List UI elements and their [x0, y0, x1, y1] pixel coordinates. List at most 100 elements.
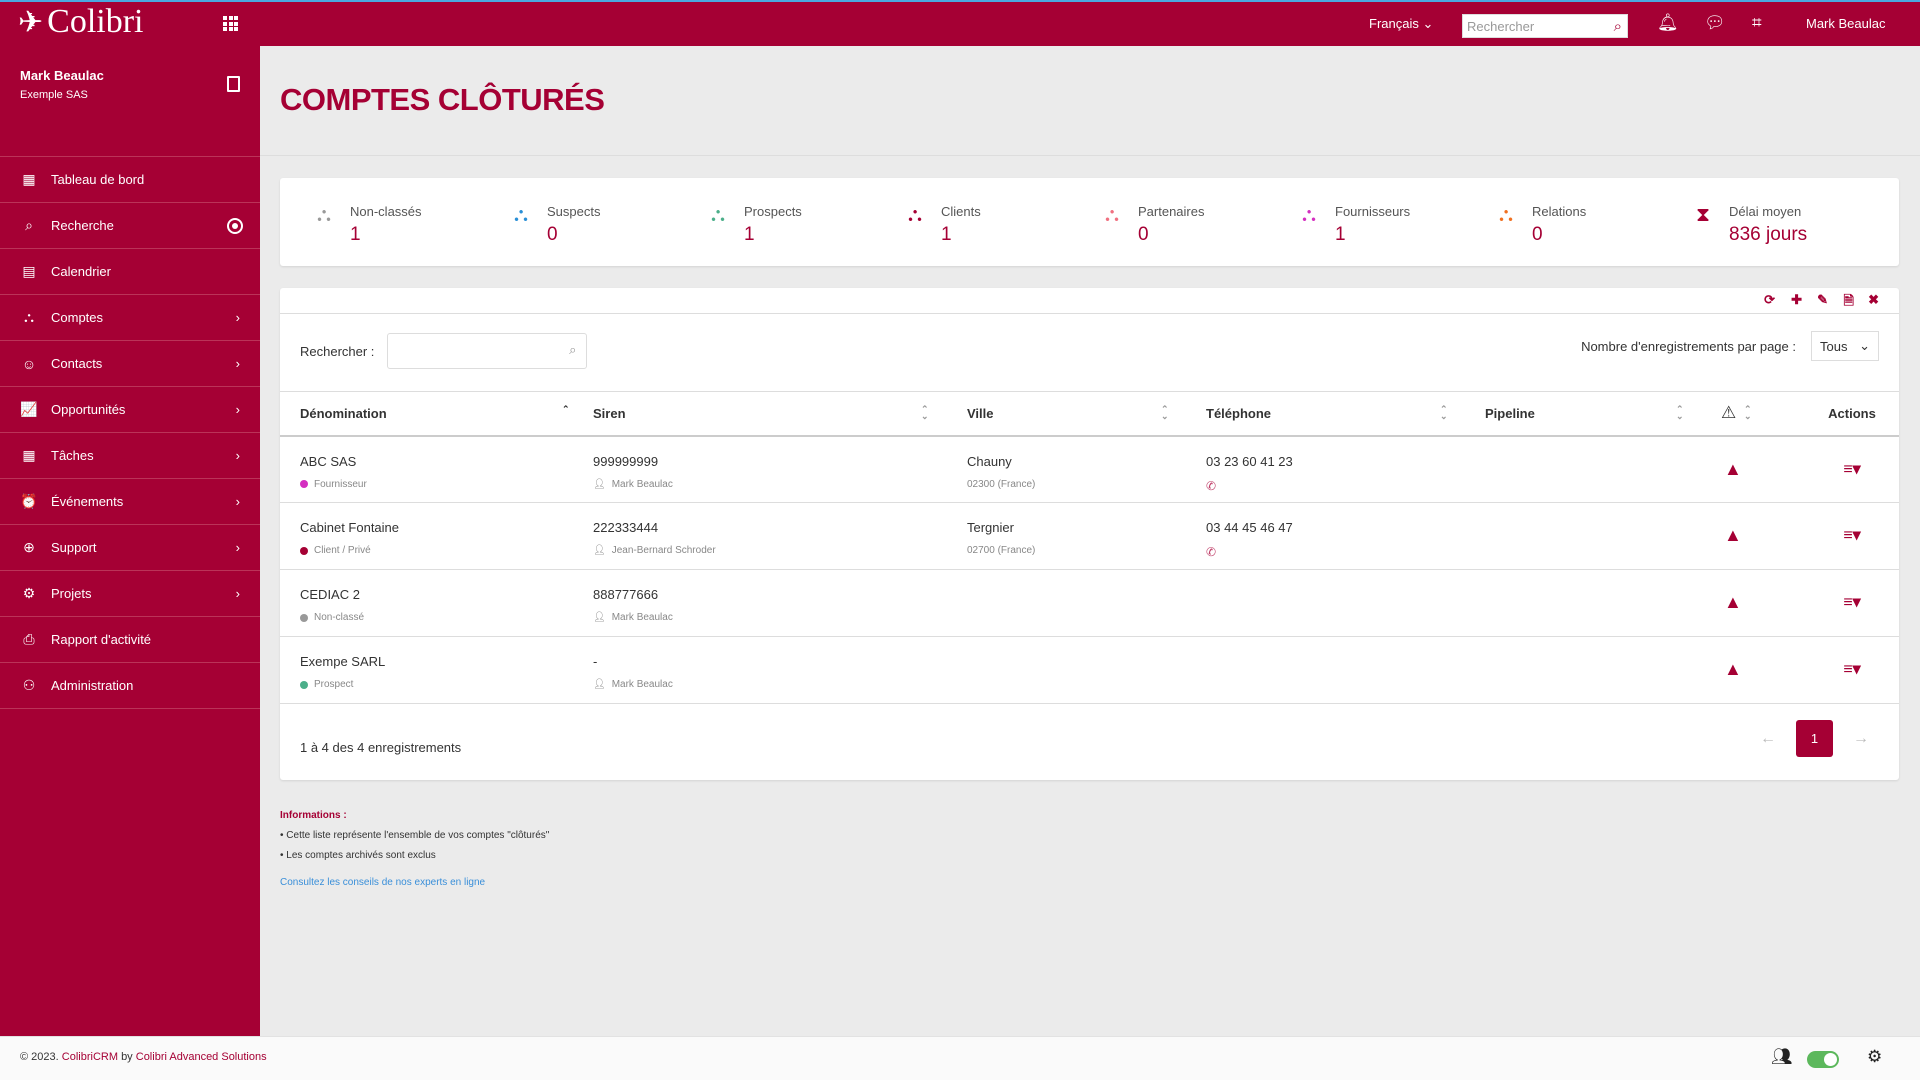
user-menu[interactable]: Mark Beaulac — [1806, 16, 1885, 31]
warning-icon[interactable]: ▲ — [1724, 659, 1742, 679]
account-name[interactable]: Exempe SARL — [300, 654, 593, 669]
sidebar-item-comptes[interactable]: ⛬ Comptes › — [0, 295, 260, 341]
stat-6: ⛬ Relations 0 — [1492, 204, 1586, 246]
language-dropdown[interactable]: Français ⌄ — [1369, 16, 1433, 32]
actions-menu-icon[interactable]: ≡▾ — [1843, 594, 1860, 611]
col-siren[interactable]: Siren ⌃ ⌄ — [593, 391, 967, 437]
col-label: Siren — [593, 405, 626, 421]
pdf-icon[interactable]: 🗎︎ — [1844, 292, 1854, 314]
account-name[interactable]: ABC SAS — [300, 454, 593, 469]
search-icon[interactable]: ⌕ — [1614, 18, 1622, 35]
sidebar-item-ta-ches[interactable]: ▦ Tâches › — [0, 433, 260, 479]
search-icon: ⌕ — [25, 217, 33, 233]
phone: 03 44 45 46 47 — [1206, 520, 1293, 535]
sidebar-item-label: Opportunités — [51, 402, 126, 417]
phone-call-icon[interactable]: ✆ — [1206, 479, 1485, 493]
stat-5: ⛬ Fournisseurs 1 — [1295, 204, 1410, 246]
alarm-icon: ⏰ — [20, 493, 38, 509]
sidebar-item-support[interactable]: ⊕ Support › — [0, 525, 260, 571]
sidebar-item-projets[interactable]: ⚙ Projets › — [0, 571, 260, 617]
chevron-right-icon: › — [235, 356, 240, 371]
table-row[interactable]: Exempe SARL Prospect - 👤︎ Mark Beaulac ▲ ≡▾ — [280, 636, 1899, 704]
focus-icon[interactable]: ⌗ — [1752, 13, 1762, 33]
table-row[interactable]: Cabinet Fontaine Client / Privé 222333444… — [280, 502, 1899, 570]
sidebar-item-label: Administration — [51, 678, 134, 693]
prev-page-arrow-icon[interactable]: ← — [1760, 730, 1776, 748]
accounts-table-panel: ⟳ ✚ ✎ 🗎︎ ✖ Rechercher : ⌕ Nombre d'enregi… — [280, 288, 1899, 780]
product-link[interactable]: ColibriCRM — [62, 1051, 118, 1063]
users-icon: 👥︎ — [1771, 1047, 1793, 1066]
actions-menu-icon[interactable]: ≡▾ — [1843, 461, 1860, 478]
target-icon[interactable] — [227, 217, 243, 234]
col-alert[interactable]: ⚠ ⌃ ⌄ — [1721, 391, 1805, 437]
actions-menu-icon[interactable]: ≡▾ — [1843, 527, 1860, 544]
account-name[interactable]: CEDIAC 2 — [300, 587, 593, 602]
sidebar-item-label: Contacts — [51, 356, 103, 371]
sidebar-item-e-ve-nements[interactable]: ⏰ Événements › — [0, 479, 260, 525]
sidebar-item-rapport-d-activite-[interactable]: ⎙ Rapport d'activité — [0, 617, 260, 663]
experts-link[interactable]: Consultez les conseils de nos experts en… — [280, 877, 549, 888]
people-network-icon: ⛬ — [1302, 204, 1316, 226]
pipeline-cell — [1485, 435, 1721, 503]
phone-call-icon[interactable]: ✆ — [1206, 545, 1485, 559]
col-denomination[interactable]: Dénomination ⌃ — [280, 391, 593, 437]
sidebar-item-opportunite-s[interactable]: 📈 Opportunités › — [0, 387, 260, 433]
logo[interactable]: ✈ColibriCRM — [18, 4, 155, 59]
col-ville[interactable]: Ville ⌃ ⌄ — [967, 391, 1206, 437]
col-pipeline[interactable]: Pipeline ⌃ ⌄ — [1485, 391, 1721, 437]
profile-card-icon[interactable] — [227, 76, 240, 92]
mode-toggle[interactable] — [1807, 1051, 1839, 1068]
user-icon: 👤︎ — [593, 478, 606, 490]
stat-3: ⛬ Clients 1 — [901, 204, 981, 246]
page-button[interactable]: 1 — [1796, 720, 1833, 757]
sort-icon: ⌃ ⌄ — [921, 404, 929, 421]
type-dot-icon — [300, 680, 308, 689]
per-page-label: Nombre d'enregistrements par page : — [1581, 338, 1796, 354]
bell-icon[interactable]: 🔔︎ — [1657, 13, 1679, 33]
sidebar-item-label: Projets — [51, 586, 92, 601]
search-label: Rechercher : — [300, 343, 375, 359]
table-row[interactable]: ABC SAS Fournisseur 999999999 👤︎ Mark Beaul… — [280, 435, 1899, 503]
close-icon[interactable]: ✖ — [1868, 292, 1879, 308]
warning-icon[interactable]: ▲ — [1724, 592, 1742, 612]
sidebar-item-contacts[interactable]: ☺ Contacts › — [0, 341, 260, 387]
add-icon[interactable]: ✚ — [1791, 292, 1802, 308]
warning-icon[interactable]: ▲ — [1724, 459, 1742, 479]
actions-menu-icon[interactable]: ≡▾ — [1843, 661, 1860, 678]
type-dot-icon — [300, 546, 308, 555]
top-bar: ✈ColibriCRM Français ⌄ ⌕ 🔔︎ 💬︎ ⌗ Mark Be… — [0, 2, 1920, 59]
refresh-icon[interactable]: ⟳ — [1764, 292, 1775, 308]
sidebar-item-calendrier[interactable]: ▤ Calendrier — [0, 249, 260, 295]
next-page-arrow-icon[interactable]: → — [1853, 730, 1869, 748]
sort-icon: ⌃ ⌄ — [1744, 404, 1752, 421]
sidebar-item-tableau-de-bord[interactable]: ▦ Tableau de bord — [0, 157, 260, 203]
gear-icon[interactable]: ⚙ — [1867, 1047, 1882, 1067]
account-name[interactable]: Cabinet Fontaine — [300, 520, 593, 535]
global-search-input[interactable] — [1463, 15, 1598, 37]
table-search: Rechercher : ⌕ — [300, 333, 588, 369]
stat-2: ⛬ Prospects 1 — [704, 204, 802, 246]
pagination: ← 1 → — [1760, 720, 1869, 757]
chat-icon[interactable]: 💬︎ — [1704, 13, 1726, 33]
pipeline-cell — [1485, 636, 1721, 704]
apps-grid-icon[interactable] — [223, 16, 238, 31]
sidebar-item-recherche[interactable]: ⌕ Recherche — [0, 203, 260, 249]
sidebar-item-label: Recherche — [51, 218, 114, 233]
company-link[interactable]: Colibri Advanced Solutions — [136, 1051, 267, 1063]
sidebar-item-administration[interactable]: ⚇ Administration — [0, 663, 260, 709]
support-icon: ⊕ — [23, 539, 35, 555]
table-search-input[interactable]: ⌕ — [387, 333, 588, 369]
warning-icon[interactable]: ▲ — [1724, 525, 1742, 545]
col-actions: Actions — [1805, 391, 1899, 437]
dashboard-icon: ▦ — [22, 171, 36, 187]
footer: © 2023. ColibriCRM by Colibri Advanced S… — [0, 1036, 1920, 1080]
page-title: COMPTES CLÔTURÉS — [280, 82, 605, 117]
col-telephone[interactable]: Téléphone ⌃ ⌄ — [1206, 391, 1485, 437]
per-page-select[interactable]: Tous ⌄ — [1811, 331, 1879, 361]
pipeline-cell — [1485, 569, 1721, 637]
table-row[interactable]: CEDIAC 2 Non-classé 888777666 👤︎ Mark Beaul… — [280, 569, 1899, 637]
sitemap-icon: ⚇ — [22, 677, 36, 693]
edit-icon[interactable]: ✎ — [1817, 292, 1828, 308]
copyright-prefix: © 2023. — [20, 1051, 59, 1063]
city: Tergnier — [967, 520, 1014, 535]
